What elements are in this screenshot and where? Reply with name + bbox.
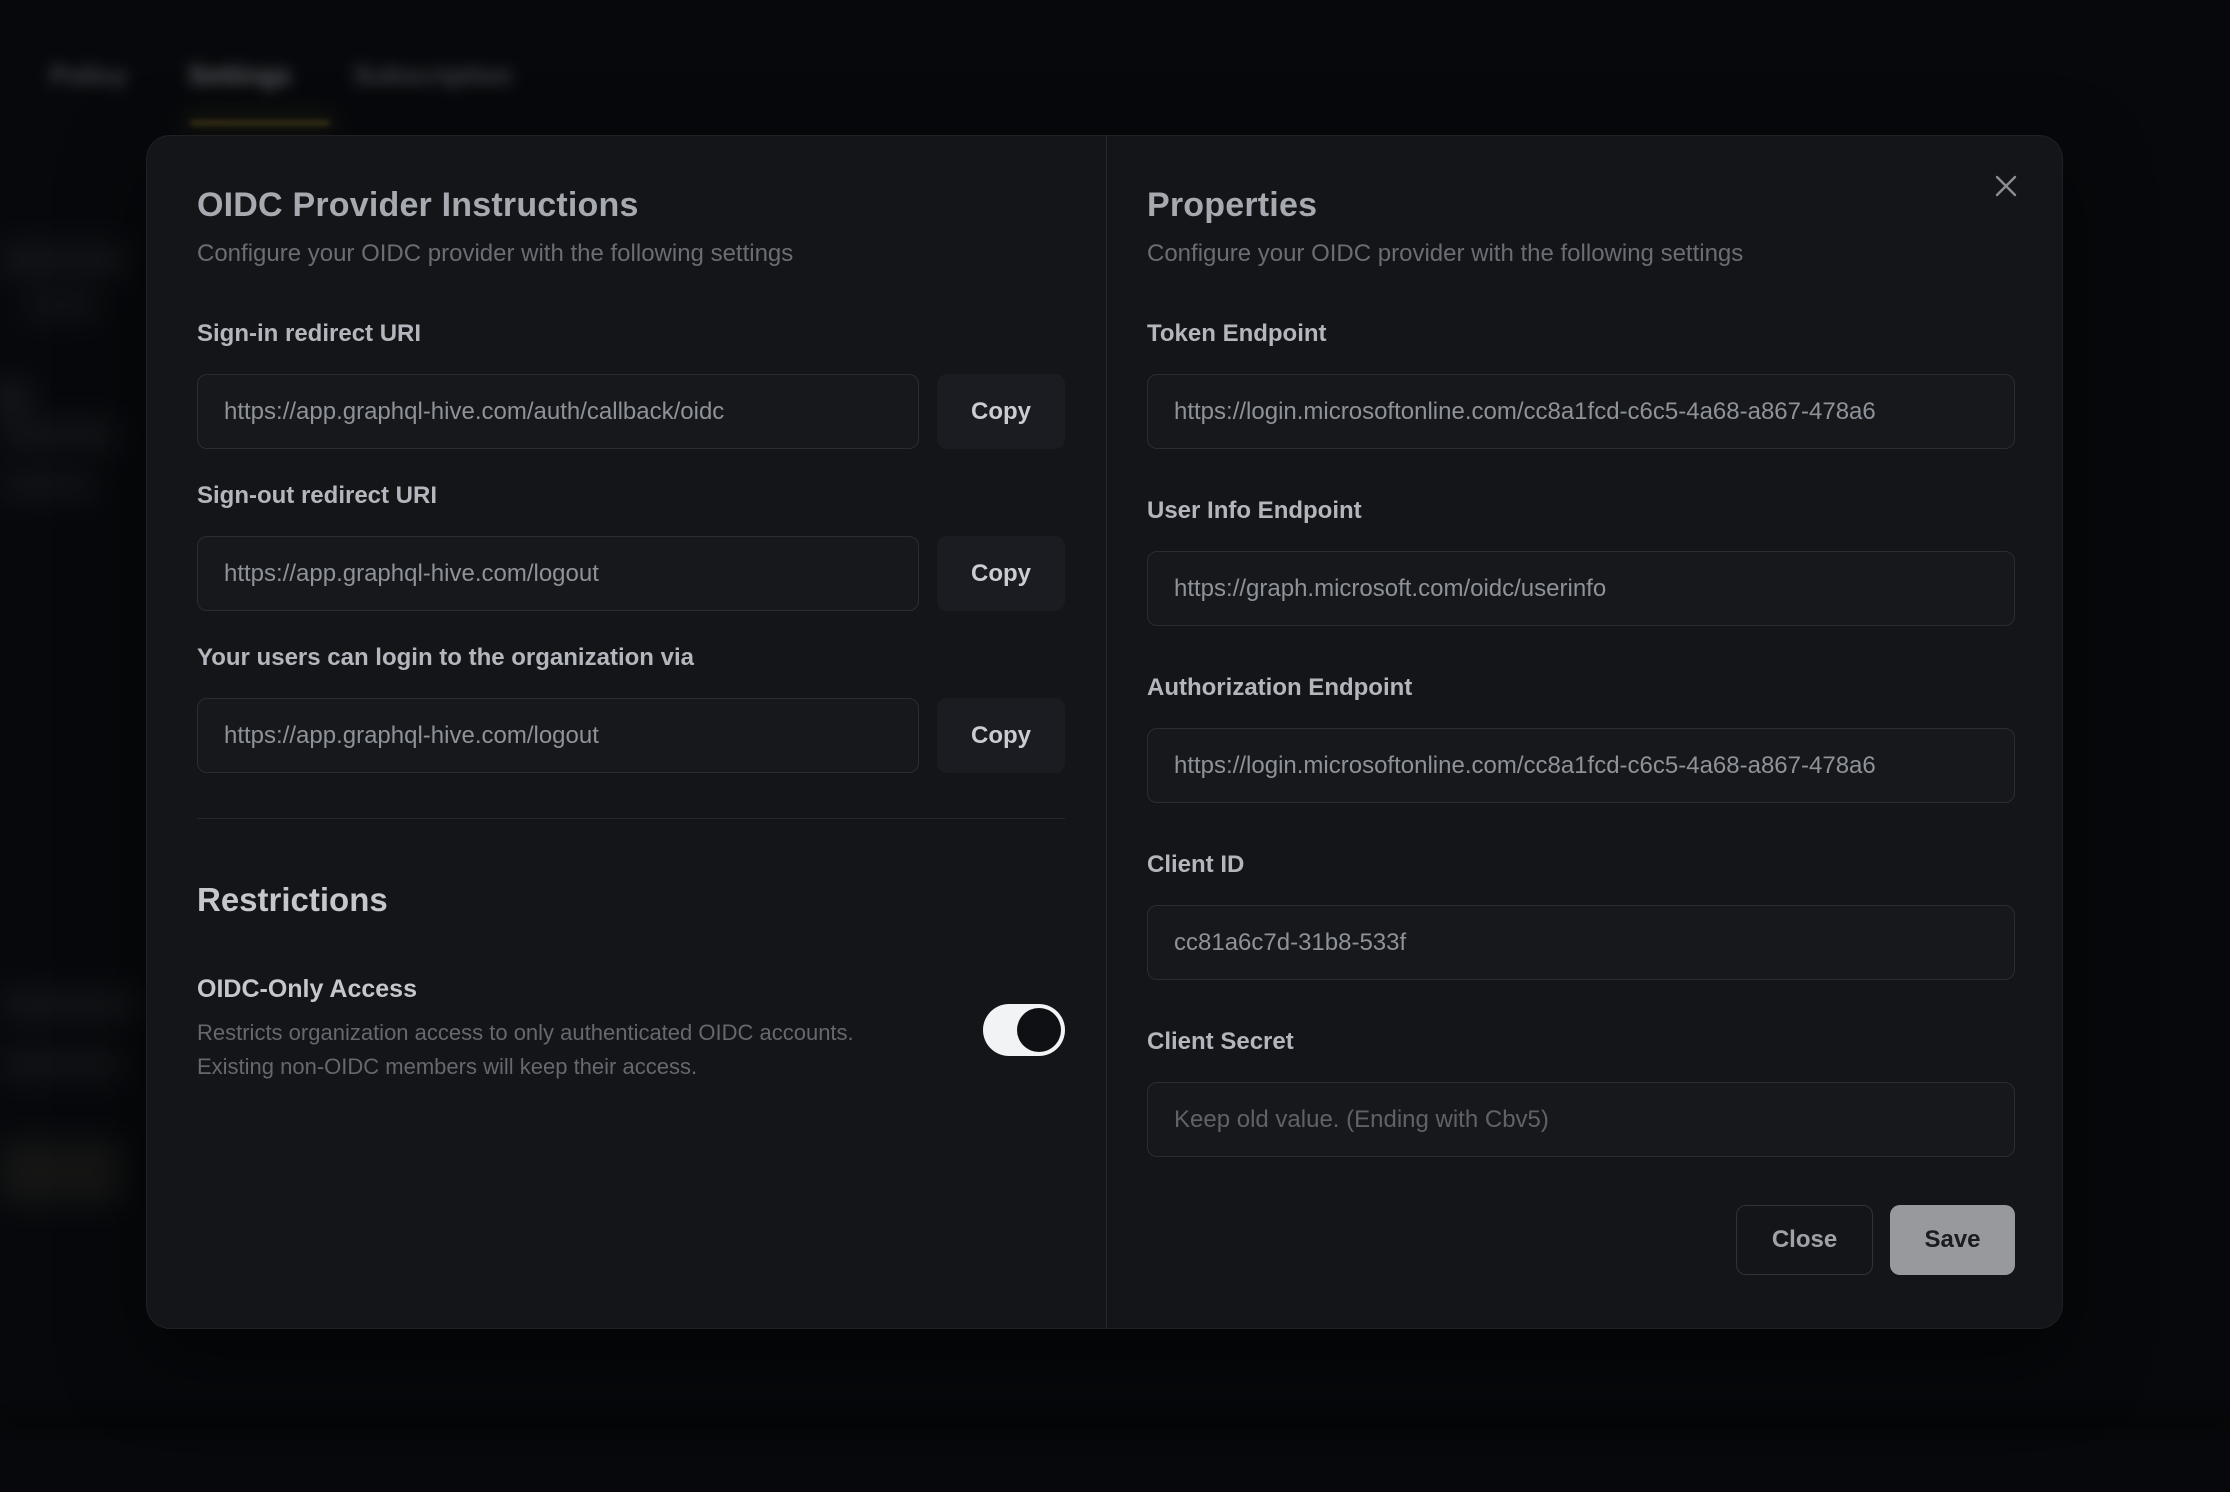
close-button[interactable]: Close [1736, 1205, 1873, 1275]
oidc-only-access-text: OIDC-Only Access Restricts organization … [197, 975, 854, 1084]
client-id-label: Client ID [1147, 851, 2015, 879]
restrictions-title: Restrictions [197, 881, 1065, 919]
field-group-token-endpoint: Token Endpoint [1147, 320, 2015, 449]
field-group-userinfo-endpoint: User Info Endpoint [1147, 497, 2015, 626]
client-secret-label: Client Secret [1147, 1028, 2015, 1056]
login-via-input[interactable] [197, 698, 919, 773]
properties-subtitle: Configure your OIDC provider with the fo… [1147, 240, 2015, 268]
dialog-footer: Close Save [1147, 1205, 2015, 1275]
properties-title: Properties [1147, 186, 2015, 225]
field-group-login-via: Your users can login to the organization… [197, 644, 1065, 773]
close-icon[interactable] [1990, 170, 2022, 202]
oidc-instructions-section: OIDC Provider Instructions Configure you… [147, 136, 1106, 1328]
client-id-input[interactable] [1147, 905, 2015, 980]
field-group-client-id: Client ID [1147, 851, 2015, 980]
field-group-client-secret: Client Secret [1147, 1028, 2015, 1157]
sign-in-redirect-uri-input[interactable] [197, 374, 919, 449]
authorization-endpoint-label: Authorization Endpoint [1147, 674, 2015, 702]
sign-out-redirect-uri-label: Sign-out redirect URI [197, 482, 1065, 510]
oidc-only-access-row: OIDC-Only Access Restricts organization … [197, 975, 1065, 1084]
sign-in-redirect-uri-label: Sign-in redirect URI [197, 320, 1065, 348]
instructions-title: OIDC Provider Instructions [197, 186, 1065, 225]
login-via-label: Your users can login to the organization… [197, 644, 1065, 672]
properties-section: Properties Configure your OIDC provider … [1107, 136, 2062, 1328]
token-endpoint-input[interactable] [1147, 374, 2015, 449]
user-info-endpoint-label: User Info Endpoint [1147, 497, 2015, 525]
token-endpoint-label: Token Endpoint [1147, 320, 2015, 348]
client-secret-input[interactable] [1147, 1082, 2015, 1157]
sign-out-redirect-uri-input[interactable] [197, 536, 919, 611]
instructions-subtitle: Configure your OIDC provider with the fo… [197, 240, 1065, 268]
save-button[interactable]: Save [1890, 1205, 2015, 1275]
oidc-only-access-label: OIDC-Only Access [197, 975, 854, 1004]
toggle-knob [1017, 1008, 1061, 1052]
field-group-authorization-endpoint: Authorization Endpoint [1147, 674, 2015, 803]
user-info-endpoint-input[interactable] [1147, 551, 2015, 626]
section-divider [197, 818, 1065, 819]
login-via-copy-button[interactable]: Copy [937, 698, 1065, 773]
oidc-only-access-description: Restricts organization access to only au… [197, 1016, 854, 1084]
sign-in-redirect-copy-button[interactable]: Copy [937, 374, 1065, 449]
field-group-sign-out-redirect: Sign-out redirect URI Copy [197, 482, 1065, 611]
sign-out-redirect-copy-button[interactable]: Copy [937, 536, 1065, 611]
oidc-settings-dialog: OIDC Provider Instructions Configure you… [146, 135, 2063, 1329]
field-group-sign-in-redirect: Sign-in redirect URI Copy [197, 320, 1065, 449]
authorization-endpoint-input[interactable] [1147, 728, 2015, 803]
oidc-only-access-toggle[interactable] [983, 1004, 1065, 1056]
